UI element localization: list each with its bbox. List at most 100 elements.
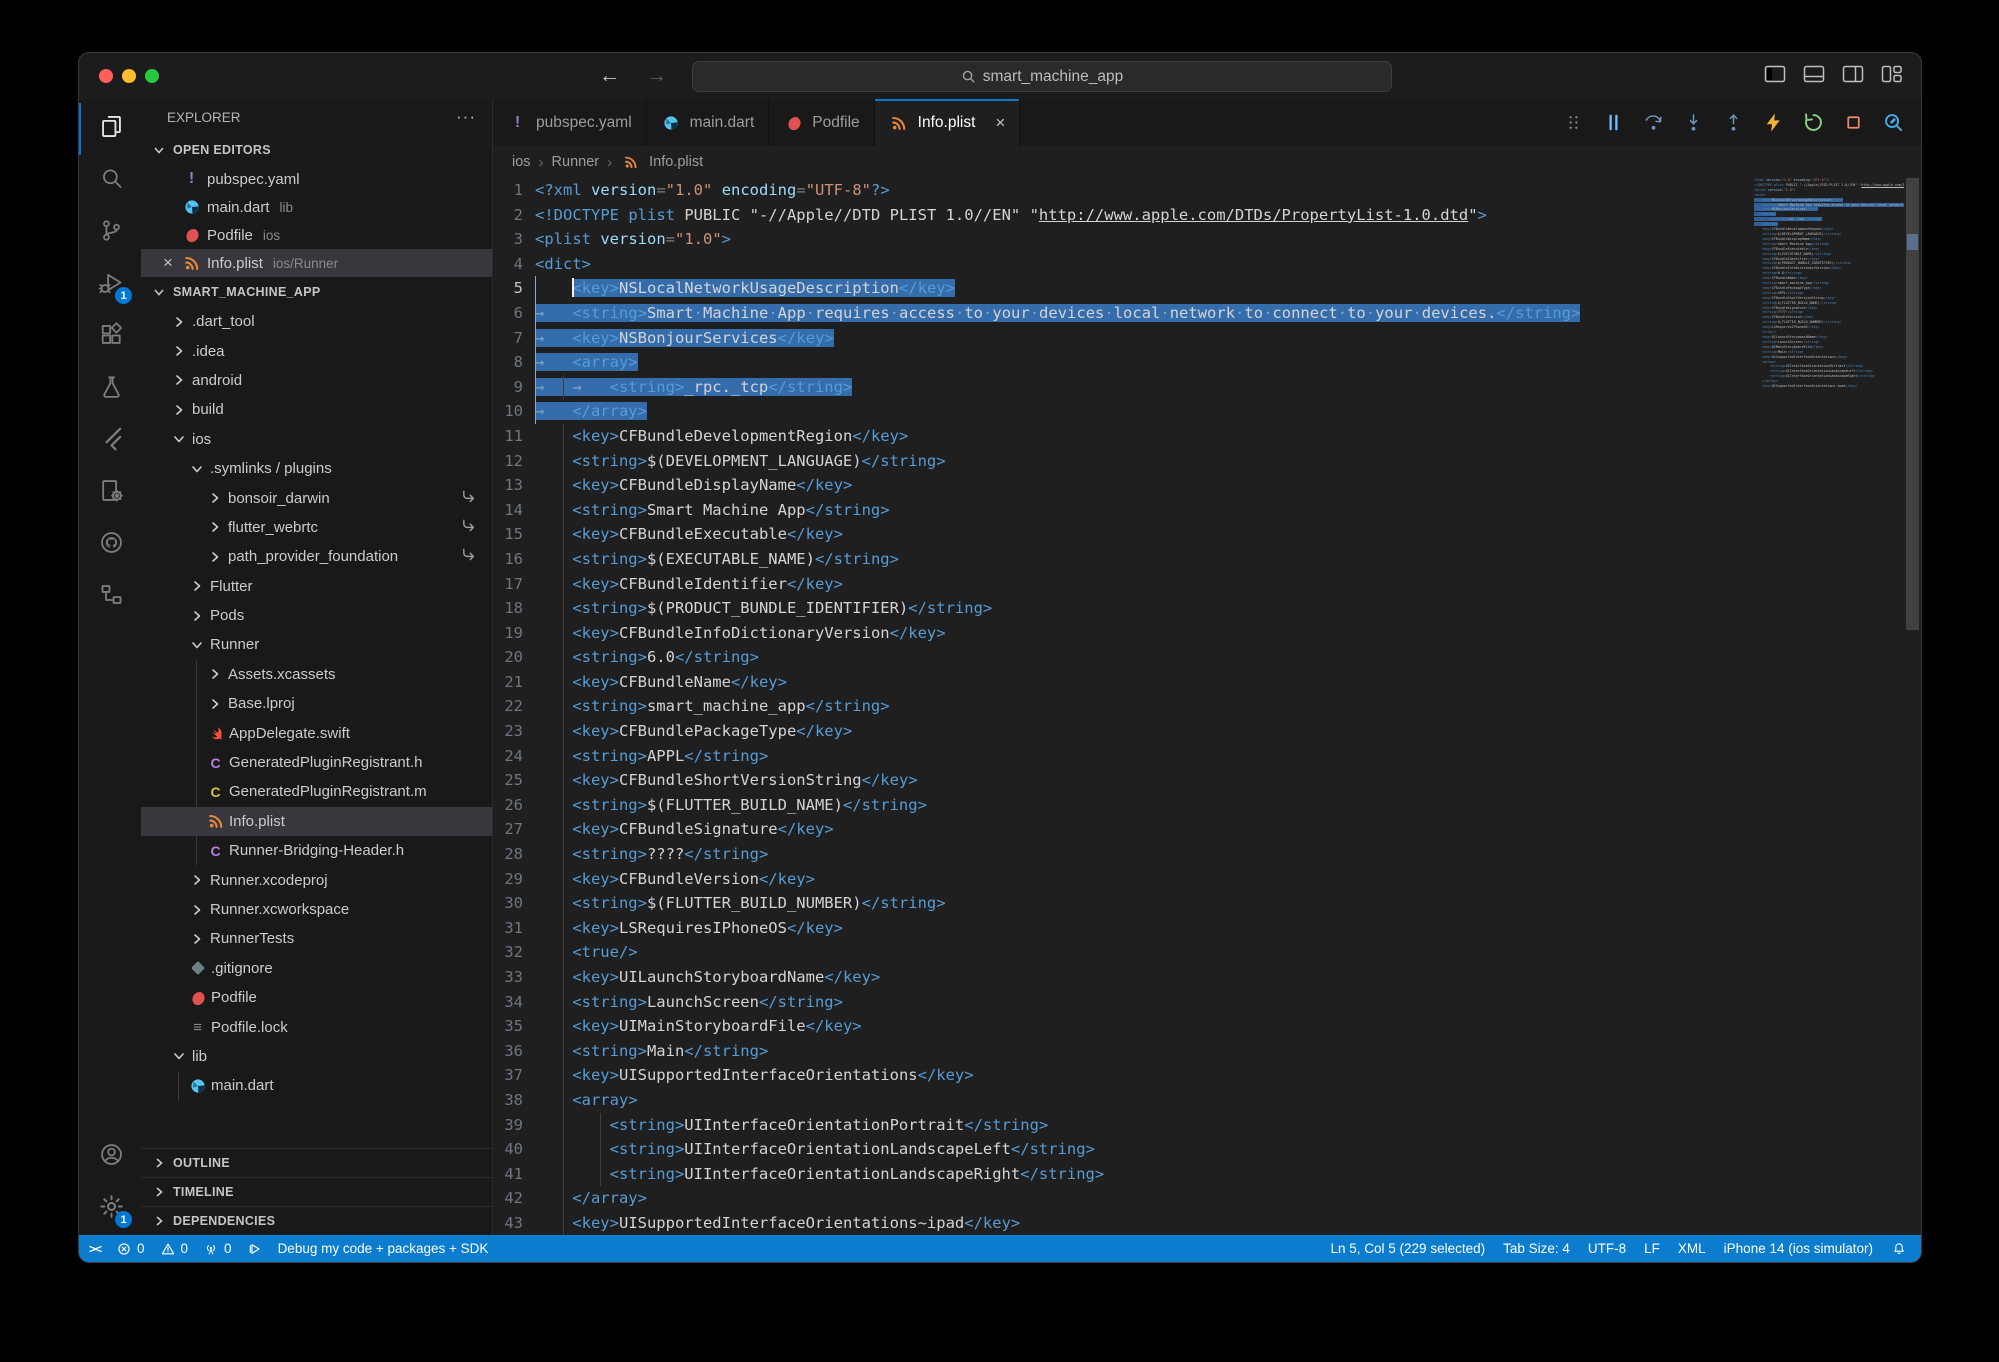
toggle-secondary-sidebar-button[interactable] — [1842, 65, 1864, 88]
open-editor-Podfile[interactable]: Podfile ios — [141, 221, 492, 249]
minimize-window-button[interactable] — [122, 69, 136, 83]
code-line[interactable]: 12 <string>$(DEVELOPMENT_LANGUAGE)</stri… — [493, 449, 1751, 474]
tree-item-.gitignore[interactable]: .gitignore — [141, 954, 492, 983]
activity-item-references[interactable] — [79, 571, 141, 623]
section-project[interactable]: SMART_MACHINE_APP — [141, 277, 492, 307]
tree-item-Podfile.lock[interactable]: ≡Podfile.lock — [141, 1012, 492, 1041]
code-line[interactable]: 27 <key>CFBundleSignature</key> — [493, 817, 1751, 842]
tree-item-RunnerTests[interactable]: RunnerTests — [141, 924, 492, 953]
code-line[interactable]: 36 <string>Main</string> — [493, 1039, 1751, 1064]
section-timeline[interactable]: TIMELINE — [141, 1177, 492, 1206]
code-line[interactable]: 42 </array> — [493, 1186, 1751, 1211]
close-window-button[interactable] — [99, 69, 113, 83]
tree-item-Runner[interactable]: Runner — [141, 630, 492, 659]
code-line[interactable]: 39 <string>UIInterfaceOrientationPortrai… — [493, 1113, 1751, 1138]
tree-item-path_provider_foundation[interactable]: path_provider_foundation — [141, 542, 492, 571]
toggle-panel-button[interactable] — [1803, 65, 1825, 88]
status-item-xml[interactable]: XML — [1678, 1241, 1706, 1256]
status-item-0[interactable]: 0 — [160, 1241, 189, 1257]
breadcrumb-item[interactable]: Runner — [552, 154, 600, 170]
open-editor-pubspec.yaml[interactable]: ! pubspec.yaml — [141, 165, 492, 193]
code-line[interactable]: 13 <key>CFBundleDisplayName</key> — [493, 473, 1751, 498]
code-line[interactable]: 23 <key>CFBundlePackageType</key> — [493, 719, 1751, 744]
status-item-tab[interactable]: Tab Size: 4 — [1503, 1241, 1570, 1256]
activity-item-explorer[interactable] — [79, 103, 141, 155]
status-item-0[interactable]: 0 — [116, 1241, 145, 1257]
tree-item-main.dart[interactable]: main.dart — [141, 1071, 492, 1100]
pause-button[interactable] — [1602, 111, 1625, 134]
tree-item-ios[interactable]: ios — [141, 425, 492, 454]
command-center-search[interactable]: smart_machine_app — [692, 61, 1392, 92]
close-icon[interactable]: × — [155, 253, 181, 273]
section-outline[interactable]: OUTLINE — [141, 1148, 492, 1177]
code-line[interactable]: 10 →</array> — [493, 399, 1751, 424]
code-line[interactable]: 25 <key>CFBundleShortVersionString</key> — [493, 768, 1751, 793]
more-actions-icon[interactable]: ··· — [456, 107, 476, 127]
code-line[interactable]: 30 <string>$(FLUTTER_BUILD_NUMBER)</stri… — [493, 891, 1751, 916]
breadcrumb-item[interactable]: ios — [512, 154, 531, 170]
breadcrumb-item[interactable]: Info.plist — [649, 154, 703, 170]
status-item[interactable]: >< — [89, 1242, 101, 1256]
vertical-scrollbar[interactable] — [1904, 178, 1921, 1235]
hot-reload-button[interactable] — [1762, 111, 1785, 134]
toggle-sidebar-button[interactable] — [1764, 65, 1786, 88]
code-line[interactable]: 1 <?xml version="1.0" encoding="UTF-8"?> — [493, 178, 1751, 203]
activity-item-run-debug[interactable]: 1 — [79, 259, 141, 311]
code-line[interactable]: 20 <string>6.0</string> — [493, 645, 1751, 670]
activity-item-project-manager[interactable] — [79, 467, 141, 519]
code-line[interactable]: 17 <key>CFBundleIdentifier</key> — [493, 572, 1751, 597]
code-line[interactable]: 4 <dict> — [493, 252, 1751, 277]
code-line[interactable]: 26 <string>$(FLUTTER_BUILD_NAME)</string… — [493, 793, 1751, 818]
code-line[interactable]: 32 <true/> — [493, 940, 1751, 965]
code-line[interactable]: 2 <!DOCTYPE plist PUBLIC "-//Apple//DTD … — [493, 203, 1751, 228]
tree-item-Info.plist[interactable]: Info.plist — [141, 807, 492, 836]
code-line[interactable]: 22 <string>smart_machine_app</string> — [493, 694, 1751, 719]
status-item-ln[interactable]: Ln 5, Col 5 (229 selected) — [1331, 1241, 1486, 1256]
status-item-iphone[interactable]: iPhone 14 (ios simulator) — [1724, 1241, 1873, 1256]
step-into-button[interactable] — [1682, 111, 1705, 134]
back-button[interactable]: ← — [599, 64, 620, 88]
code-line[interactable]: 43 <key>UISupportedInterfaceOrientations… — [493, 1211, 1751, 1235]
activity-item-flutter[interactable] — [79, 415, 141, 467]
tree-item-Podfile[interactable]: Podfile — [141, 983, 492, 1012]
tree-item-flutter_webrtc[interactable]: flutter_webrtc — [141, 513, 492, 542]
code-line[interactable]: 7 →<key>NSBonjourServices</key> — [493, 326, 1751, 351]
tab-Podfile[interactable]: Podfile — [769, 99, 874, 146]
tree-item-lib[interactable]: lib — [141, 1042, 492, 1071]
code-line[interactable]: 3 <plist version="1.0"> — [493, 227, 1751, 252]
tree-item-Base.lproj[interactable]: Base.lproj — [141, 689, 492, 718]
tree-item-GeneratedPluginRegistrant.m[interactable]: CGeneratedPluginRegistrant.m — [141, 777, 492, 806]
tree-item-GeneratedPluginRegistrant.h[interactable]: CGeneratedPluginRegistrant.h — [141, 748, 492, 777]
status-item[interactable] — [1891, 1241, 1907, 1257]
code-line[interactable]: 40 <string>UIInterfaceOrientationLandsca… — [493, 1137, 1751, 1162]
tree-item-bonsoir_darwin[interactable]: bonsoir_darwin — [141, 483, 492, 512]
status-item-debug[interactable]: Debug my code + packages + SDK — [278, 1241, 489, 1256]
breadcrumb[interactable]: ios›Runner›Info.plist — [493, 146, 1921, 178]
section-open-editors[interactable]: OPEN EDITORS — [141, 135, 492, 165]
code-line[interactable]: 31 <key>LSRequiresIPhoneOS</key> — [493, 916, 1751, 941]
tree-item-Pods[interactable]: Pods — [141, 601, 492, 630]
code-line[interactable]: 14 <string>Smart Machine App</string> — [493, 498, 1751, 523]
code-line[interactable]: 41 <string>UIInterfaceOrientationLandsca… — [493, 1162, 1751, 1187]
tree-item-.idea[interactable]: .idea — [141, 336, 492, 365]
devtools-button[interactable] — [1882, 111, 1905, 134]
customize-layout-button[interactable] — [1881, 65, 1903, 88]
step-out-button[interactable] — [1722, 111, 1745, 134]
code-line[interactable]: 21 <key>CFBundleName</key> — [493, 670, 1751, 695]
code-line[interactable]: 18 <string>$(PRODUCT_BUNDLE_IDENTIFIER)<… — [493, 596, 1751, 621]
tree-item-build[interactable]: build — [141, 395, 492, 424]
forward-button[interactable]: → — [646, 64, 667, 88]
code-line[interactable]: 11 <key>CFBundleDevelopmentRegion</key> — [493, 424, 1751, 449]
code-line[interactable]: 8 →<array> — [493, 350, 1751, 375]
tree-item-.symlinks / plugins[interactable]: .symlinks / plugins — [141, 454, 492, 483]
tree-item-Runner-Bridging-Header.h[interactable]: CRunner-Bridging-Header.h — [141, 836, 492, 865]
activity-item-source-control[interactable] — [79, 207, 141, 259]
restart-button[interactable] — [1802, 111, 1825, 134]
activity-item-github[interactable] — [79, 519, 141, 571]
section-dependencies[interactable]: DEPENDENCIES — [141, 1206, 492, 1235]
code-line[interactable]: 38 <array> — [493, 1088, 1751, 1113]
code-line[interactable]: 24 <string>APPL</string> — [493, 744, 1751, 769]
status-item[interactable] — [247, 1241, 263, 1257]
tree-item-AppDelegate.swift[interactable]: AppDelegate.swift — [141, 718, 492, 747]
tab-Info.plist[interactable]: Info.plist × — [875, 99, 1021, 146]
